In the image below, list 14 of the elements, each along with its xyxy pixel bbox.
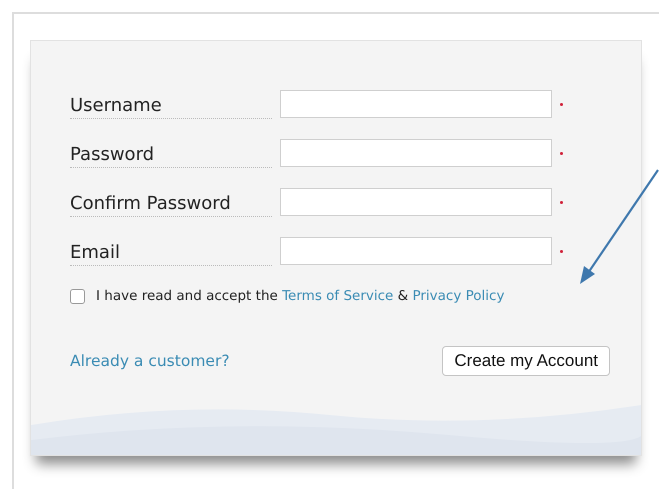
terms-link[interactable]: Terms of Service (282, 288, 394, 304)
login-link[interactable]: Already a customer? (70, 352, 230, 370)
checkbox[interactable] (70, 288, 85, 304)
input-field[interactable] (280, 90, 552, 118)
field-label: Confirm Password (70, 193, 272, 217)
input-field[interactable] (280, 139, 552, 167)
field-label: Email (70, 242, 272, 266)
input-field[interactable] (280, 188, 552, 216)
agreement-text: I have read and accept the Terms of Service & Privacy Policy (96, 288, 504, 304)
privacy-link[interactable]: Privacy Policy (412, 288, 504, 304)
create-account-button[interactable]: Create my Account (442, 346, 610, 376)
input-field[interactable] (280, 237, 552, 265)
field-label: Username (70, 95, 272, 119)
field-label: Password (70, 144, 272, 168)
